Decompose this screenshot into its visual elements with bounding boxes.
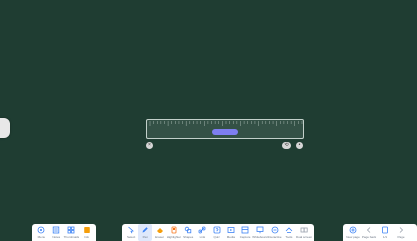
- toolbar-pen-button[interactable]: Pen: [138, 224, 153, 241]
- tool-label: Page back: [361, 235, 377, 239]
- tool-label: New page: [346, 235, 360, 239]
- toolbar-link-button[interactable]: Link: [195, 224, 209, 241]
- page-nav-chevron-right-button[interactable]: Page: [393, 224, 409, 241]
- tools-icon: [285, 226, 293, 234]
- ruler-more-button[interactable]: •: [296, 142, 303, 149]
- chevron-right-icon: [397, 226, 405, 234]
- rotate-icon: ⟲: [284, 142, 289, 148]
- toolbar-media-button[interactable]: Media: [224, 224, 238, 241]
- tool-label: Capture: [239, 235, 251, 239]
- toolbar-highlighter-button[interactable]: Highlighter: [167, 224, 181, 241]
- tool-label: Eraser: [155, 235, 164, 239]
- capture-icon: [241, 226, 249, 234]
- tool-label: Link: [199, 235, 206, 239]
- toolbar-dual-screen-button[interactable]: Dual screen: [296, 224, 312, 241]
- tool-label: 1/1: [382, 235, 388, 239]
- link-icon: [198, 226, 206, 234]
- page-nav-page-counter-button[interactable]: 1/1: [377, 224, 393, 241]
- ruler-tool[interactable]: [146, 119, 304, 139]
- ruler-rotate-button[interactable]: ⟲: [282, 142, 291, 149]
- toolbar-quiz-button[interactable]: Quiz: [210, 224, 224, 241]
- tool-label: Menu: [37, 235, 46, 239]
- toolbar-whiteboard-button[interactable]: Whiteboard: [252, 224, 268, 241]
- select-icon: [127, 226, 135, 234]
- tool-label: Interactive: [267, 235, 282, 239]
- tool-label: Pen: [142, 235, 149, 239]
- notes-icon: [52, 226, 60, 234]
- tool-label: Notes: [52, 235, 61, 239]
- more-icon: •: [298, 142, 301, 148]
- tool-label: Shapes: [183, 235, 194, 239]
- quiz-icon: [213, 226, 221, 234]
- left-toolbar-grid-button[interactable]: Thumbnails: [63, 224, 80, 241]
- pen-icon: [141, 226, 149, 234]
- whiteboard-canvas[interactable]: × ⟲ •: [0, 0, 417, 241]
- info-icon: [83, 226, 91, 234]
- tool-label: Page: [397, 235, 405, 239]
- tool-label: Thumbnails: [63, 235, 80, 239]
- home-icon: [37, 226, 45, 234]
- toolbar-select-button[interactable]: Select: [124, 224, 138, 241]
- close-icon: ×: [148, 142, 151, 148]
- add-page-icon: [349, 226, 357, 234]
- left-toolbar-info-button[interactable]: Info: [79, 224, 94, 241]
- chevron-left-icon: [365, 226, 373, 234]
- tool-label: Quiz: [213, 235, 220, 239]
- left-toolbar-notes-button[interactable]: Notes: [49, 224, 64, 241]
- dual-screen-icon: [300, 226, 308, 234]
- tool-label: Info: [84, 235, 90, 239]
- eraser-icon: [156, 226, 164, 234]
- tool-label: Whiteboard: [252, 235, 268, 239]
- side-panel-toggle[interactable]: [0, 118, 10, 138]
- toolbar-shapes-button[interactable]: Shapes: [181, 224, 195, 241]
- tool-label: Tools: [285, 235, 293, 239]
- toolbar-eraser-button[interactable]: Eraser: [152, 224, 166, 241]
- page-counter-icon: [381, 226, 389, 234]
- highlighter-icon: [170, 226, 178, 234]
- ruler-drag-handle[interactable]: [212, 129, 238, 135]
- tool-label: Dual screen: [296, 235, 313, 239]
- left-toolbar-home-button[interactable]: Menu: [34, 224, 49, 241]
- left-toolbar: Menu Notes Thumbnails Info: [32, 224, 96, 241]
- tool-label: Select: [126, 235, 136, 239]
- tool-label: Media: [226, 235, 235, 239]
- media-icon: [227, 226, 235, 234]
- toolbar-tools-button[interactable]: Tools: [282, 224, 296, 241]
- page-nav-chevron-left-button[interactable]: Page back: [361, 224, 377, 241]
- shapes-icon: [184, 226, 192, 234]
- page-nav-add-page-button[interactable]: New page: [345, 224, 361, 241]
- interactive-icon: [271, 226, 279, 234]
- center-toolbar: Select Pen Eraser Highlighter Shapes Link Quiz…: [122, 224, 314, 241]
- tool-label: Highlighter: [166, 235, 182, 239]
- toolbar-capture-button[interactable]: Capture: [238, 224, 252, 241]
- grid-icon: [67, 226, 75, 234]
- ruler-close-button[interactable]: ×: [146, 142, 153, 149]
- whiteboard-icon: [256, 226, 264, 234]
- toolbar-interactive-button[interactable]: Interactive: [268, 224, 282, 241]
- right-toolbar: New page Page back 1/1 Page: [343, 224, 417, 241]
